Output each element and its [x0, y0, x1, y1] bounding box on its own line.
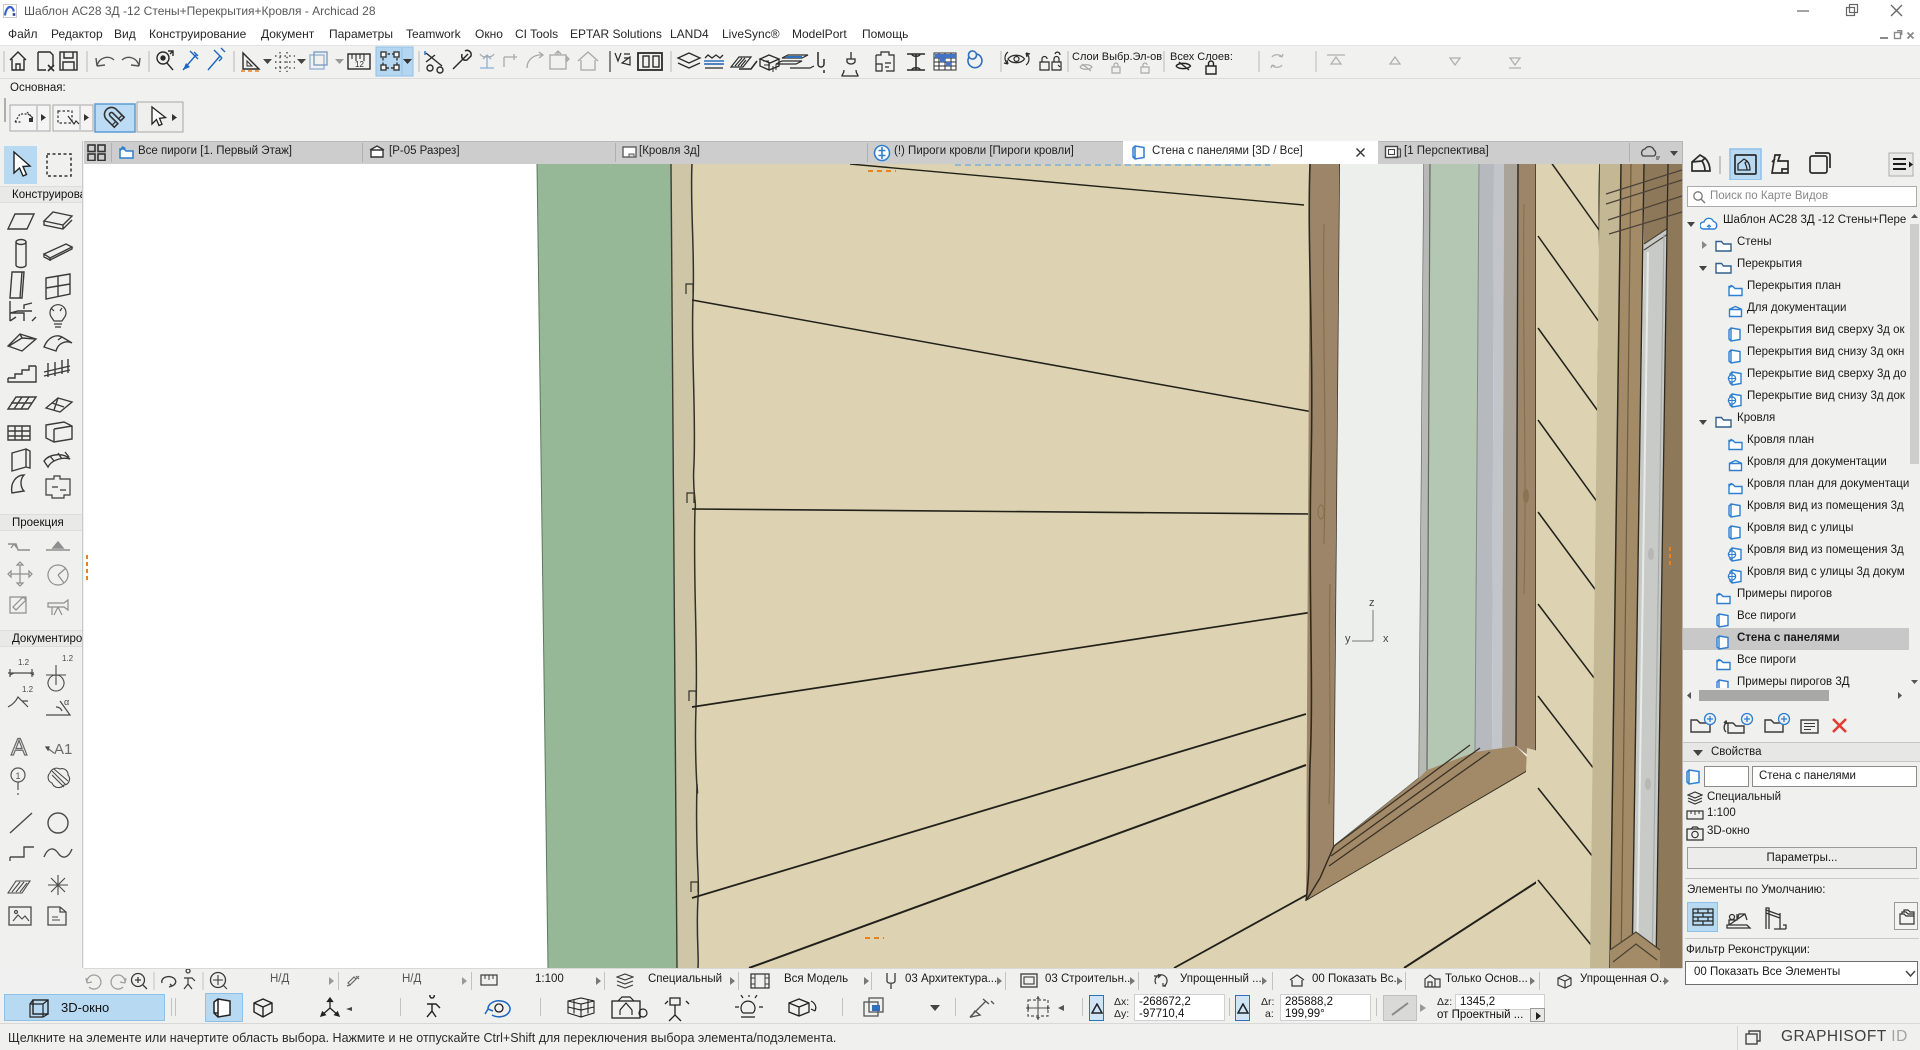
svg-text:α: α — [64, 697, 69, 707]
svg-text:y: y — [1345, 633, 1351, 645]
svg-text:12: 12 — [355, 60, 364, 69]
svg-text:1.2: 1.2 — [18, 658, 30, 667]
svg-text:1.2: 1.2 — [62, 654, 74, 663]
svg-text:z: z — [1369, 597, 1375, 609]
svg-text:x: x — [1383, 633, 1389, 645]
svg-text:1.2: 1.2 — [22, 685, 34, 694]
svg-text:Слои Выбр.Эл-ов: Слои Выбр.Эл-ов — [1072, 51, 1162, 63]
svg-text:1: 1 — [16, 771, 21, 781]
svg-text:A1: A1 — [54, 741, 72, 758]
svg-text:A: A — [11, 734, 27, 761]
svg-text:Всех Слоев:: Всех Слоев: — [1170, 51, 1233, 63]
